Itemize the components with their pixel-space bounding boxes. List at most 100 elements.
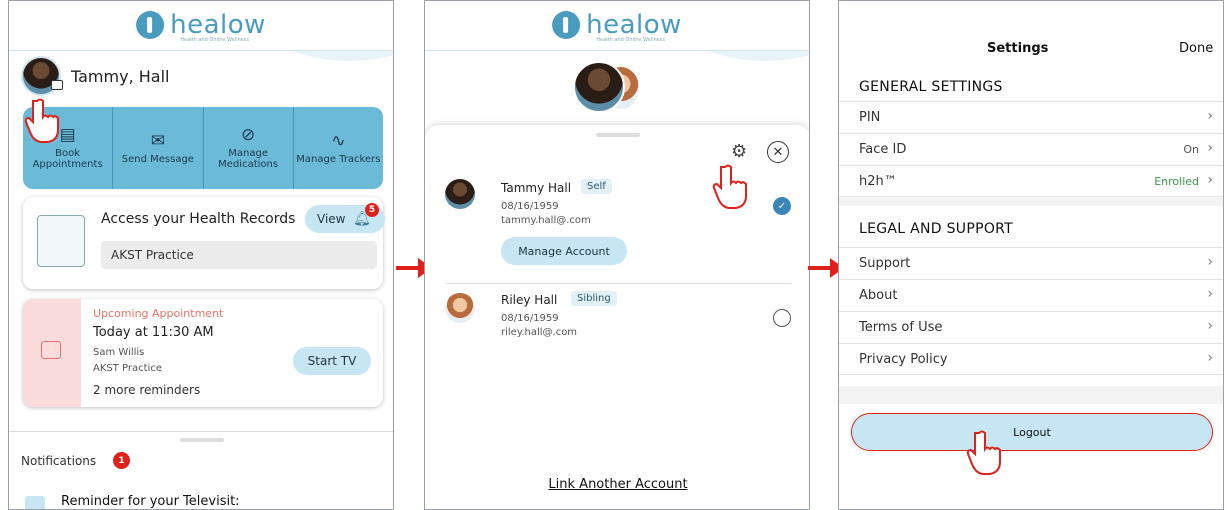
logo-tagline: Health and Online Wellness	[180, 37, 250, 43]
practice-name: AKST Practice	[101, 241, 377, 269]
chevron-right-icon: ›	[1207, 172, 1213, 188]
row-label: About	[859, 288, 898, 303]
pointer-hand-icon	[965, 429, 1005, 475]
logo-tagline: Health and Online Wellness	[596, 37, 666, 43]
done-button[interactable]: Done	[1179, 41, 1213, 56]
row-label: Face ID	[859, 142, 907, 157]
close-icon[interactable]: ✕	[767, 141, 789, 163]
link-another-account-link[interactable]: Link Another Account	[425, 477, 809, 492]
legal-support-heading: LEGAL AND SUPPORT	[859, 221, 1014, 237]
row-value: On	[1183, 143, 1199, 156]
drag-handle[interactable]	[596, 133, 640, 137]
settings-row-support[interactable]: Support ›	[839, 247, 1223, 279]
settings-row-about[interactable]: About ›	[839, 279, 1223, 311]
logo-text: healow	[586, 10, 682, 40]
account-name: Tammy Hall	[501, 181, 572, 195]
manage-account-button[interactable]: Manage Account	[501, 237, 627, 265]
settings-row-terms[interactable]: Terms of Use ›	[839, 311, 1223, 343]
manage-trackers-label: Manage Trackers	[296, 153, 381, 165]
account-switch-screen: healow Health and Online Wellness ⚙ ✕ Ta…	[424, 0, 810, 510]
manage-medications-label: Manage Medications	[218, 148, 279, 170]
settings-row-h2h[interactable]: h2h™ Enrolled ›	[839, 165, 1223, 197]
settings-header: Settings Done	[839, 1, 1223, 71]
row-value: Enrolled	[1154, 175, 1199, 188]
appointment-doctor: Sam Willis	[93, 347, 145, 358]
healow-logo-icon	[136, 11, 165, 39]
notifications-panel: Notifications 1 Reminder for your Televi…	[9, 431, 393, 509]
page-title: Settings	[987, 41, 1049, 56]
account-row-sibling[interactable]: Riley Hall Sibling 08/16/1959 riley.hall…	[425, 291, 809, 361]
manage-trackers-button[interactable]: ∿ Manage Trackers	[294, 107, 383, 189]
logout-button[interactable]: Logout	[851, 413, 1213, 451]
view-button[interactable]: View 🔔︎ 5	[305, 203, 385, 233]
account-email: tammy.hall@.com	[501, 215, 591, 226]
account-name: Riley Hall	[501, 293, 558, 307]
row-label: h2h™	[859, 174, 897, 189]
app-header: healow Health and Online Wellness	[425, 1, 809, 51]
divider	[445, 283, 791, 284]
section-gap	[839, 198, 1223, 206]
appointment-time: Today at 11:30 AM	[93, 325, 214, 340]
account-row-self[interactable]: Tammy Hall Self 08/16/1959 tammy.hall@.c…	[425, 175, 809, 275]
envelope-icon: ✉	[150, 130, 165, 151]
row-label: Terms of Use	[859, 320, 943, 335]
healow-logo: healow	[136, 11, 266, 39]
reminder-text[interactable]: Reminder for your Televisit:	[61, 494, 240, 509]
drag-handle[interactable]	[180, 438, 224, 442]
send-message-label: Send Message	[121, 153, 194, 165]
health-records-card[interactable]: Access your Health Records View 🔔︎ 5 AKS…	[23, 197, 385, 289]
start-tv-button[interactable]: Start TV	[293, 347, 371, 375]
logo-text: healow	[170, 10, 266, 40]
account-email: riley.hall@.com	[501, 327, 578, 338]
avatar	[445, 293, 475, 323]
user-name: Tammy, Hall	[71, 66, 170, 86]
appointment-card[interactable]: Upcoming Appointment Today at 11:30 AM S…	[23, 299, 383, 407]
unselected-radio-icon[interactable]	[773, 309, 791, 327]
health-records-title: Access your Health Records	[101, 211, 296, 227]
relation-badge: Self	[581, 179, 612, 194]
avatar	[445, 179, 475, 209]
selected-check-icon[interactable]: ✓	[773, 197, 791, 215]
healow-logo-icon	[552, 11, 581, 39]
settings-row-face-id[interactable]: Face ID On ›	[839, 133, 1223, 165]
accounts-sheet: ⚙ ✕ Tammy Hall Self 08/16/1959 tammy.hal…	[425, 125, 809, 509]
chevron-right-icon: ›	[1207, 318, 1213, 334]
chevron-right-icon: ›	[1207, 140, 1213, 156]
notifications-badge: 1	[113, 452, 130, 469]
book-appointments-label: Book Appointments	[32, 148, 103, 170]
manage-medications-button[interactable]: ⊘ Manage Medications	[204, 107, 294, 189]
pointer-hand-icon	[23, 97, 63, 143]
video-calendar-icon	[41, 341, 61, 359]
chevron-right-icon: ›	[1207, 108, 1213, 124]
home-screen: healow Health and Online Wellness Tammy,…	[8, 0, 394, 510]
appointment-practice: AKST Practice	[93, 363, 162, 374]
appointment-side-band	[23, 299, 81, 407]
healow-logo: healow	[552, 11, 682, 39]
general-settings-heading: GENERAL SETTINGS	[859, 79, 1003, 95]
user-switcher[interactable]: Tammy, Hall	[21, 56, 169, 96]
id-card-icon	[51, 80, 63, 90]
row-label: PIN	[859, 110, 881, 125]
chevron-right-icon: ›	[1207, 350, 1213, 366]
row-label: Support	[859, 256, 911, 271]
reminder-icon	[25, 496, 45, 509]
view-label: View	[317, 212, 346, 226]
row-label: Privacy Policy	[859, 352, 948, 367]
self-avatar	[573, 61, 625, 113]
chevron-right-icon: ›	[1207, 254, 1213, 270]
app-header: healow Health and Online Wellness	[9, 1, 393, 51]
avatar[interactable]	[21, 56, 61, 96]
settings-screen: Settings Done GENERAL SETTINGS PIN › Fac…	[838, 0, 1224, 510]
settings-row-pin[interactable]: PIN ›	[839, 101, 1223, 133]
pill-icon: ⊘	[241, 125, 256, 145]
folder-icon	[37, 215, 85, 267]
send-message-button[interactable]: ✉ Send Message	[113, 107, 204, 189]
gear-icon[interactable]: ⚙	[731, 141, 747, 162]
pointer-hand-icon	[711, 163, 751, 209]
more-reminders[interactable]: 2 more reminders	[93, 383, 200, 397]
quick-actions-panel: ▤ Book Appointments ✉ Send Message ⊘ Man…	[23, 107, 383, 189]
records-badge: 5	[365, 203, 379, 217]
appointment-label: Upcoming Appointment	[93, 307, 224, 320]
settings-row-privacy[interactable]: Privacy Policy ›	[839, 343, 1223, 375]
notifications-title: Notifications	[21, 454, 97, 468]
